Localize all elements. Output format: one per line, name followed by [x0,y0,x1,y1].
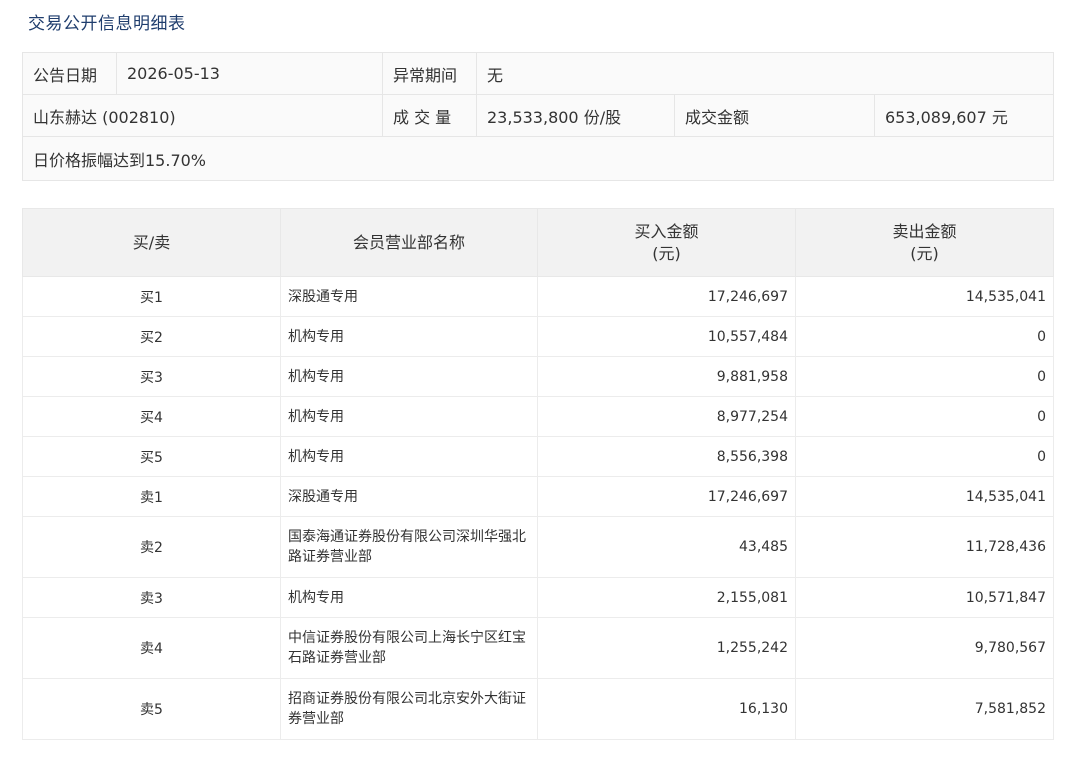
row-member: 机构专用 [280,316,538,357]
row-member: 机构专用 [280,577,538,618]
stock-name: 山东赫达 (002810) [22,94,383,137]
row-side: 买2 [22,316,281,357]
header-sell-unit: (元) [910,243,939,263]
row-side: 买1 [22,276,281,317]
volume-label: 成 交 量 [382,94,477,137]
header-buy-label: 买入金额 [634,221,699,241]
row-buy-amount: 17,246,697 [537,276,796,317]
row-buy-amount: 17,246,697 [537,476,796,517]
volume-value: 23,533,800 份/股 [476,94,675,137]
row-sell-amount: 0 [795,436,1054,477]
row-member: 中信证券股份有限公司上海长宁区红宝石路证券营业部 [280,617,538,679]
announce-date-label: 公告日期 [22,52,117,95]
row-sell-amount: 10,571,847 [795,577,1054,618]
info-table: 公告日期 2026-05-13 异常期间 无 山东赫达 (002810) 成 交… [21,52,1055,181]
row-side: 卖4 [22,617,281,679]
announce-date-value: 2026-05-13 [116,52,383,95]
row-buy-amount: 1,255,242 [537,617,796,679]
abnormal-period-label: 异常期间 [382,52,477,95]
row-side: 卖2 [22,516,281,578]
header-member: 会员营业部名称 [280,208,538,277]
table-row: 卖2 国泰海通证券股份有限公司深圳华强北路证券营业部 43,485 11,728… [22,516,1054,578]
row-buy-amount: 43,485 [537,516,796,578]
row-side: 卖1 [22,476,281,517]
row-member: 机构专用 [280,436,538,477]
row-sell-amount: 7,581,852 [795,678,1054,740]
table-row: 买3 机构专用 9,881,958 0 [22,356,1054,397]
row-member: 机构专用 [280,356,538,397]
table-row: 卖1 深股通专用 17,246,697 14,535,041 [22,476,1054,517]
row-buy-amount: 8,977,254 [537,396,796,437]
row-side: 卖5 [22,678,281,740]
row-buy-amount: 16,130 [537,678,796,740]
header-buy-amount: 买入金额 (元) [537,208,796,277]
header-side: 买/卖 [22,208,281,277]
row-side: 买5 [22,436,281,477]
row-sell-amount: 0 [795,356,1054,397]
row-member: 深股通专用 [280,276,538,317]
row-side: 卖3 [22,577,281,618]
table-row: 卖3 机构专用 2,155,081 10,571,847 [22,577,1054,618]
header-buy-unit: (元) [652,243,681,263]
table-row: 买1 深股通专用 17,246,697 14,535,041 [22,276,1054,317]
row-side: 买4 [22,396,281,437]
abnormal-period-value: 无 [475,52,1055,95]
amount-value: 653,089,607 元 [873,94,1055,137]
row-buy-amount: 8,556,398 [537,436,796,477]
row-member: 招商证券股份有限公司北京安外大街证券营业部 [280,678,538,740]
row-sell-amount: 11,728,436 [795,516,1054,578]
row-sell-amount: 0 [795,396,1054,437]
table-row: 买5 机构专用 8,556,398 0 [22,436,1054,477]
row-sell-amount: 14,535,041 [795,276,1054,317]
header-sell-amount: 卖出金额 (元) [795,208,1054,277]
reason-text: 日价格振幅达到15.70% [21,136,1055,181]
page-title: 交易公开信息明细表 [28,14,186,34]
table-row: 买2 机构专用 10,557,484 0 [22,316,1054,357]
row-side: 买3 [22,356,281,397]
amount-label: 成交金额 [674,94,875,137]
table-row: 卖5 招商证券股份有限公司北京安外大街证券营业部 16,130 7,581,85… [22,678,1054,740]
row-member: 国泰海通证券股份有限公司深圳华强北路证券营业部 [280,516,538,578]
row-buy-amount: 9,881,958 [537,356,796,397]
row-member: 深股通专用 [280,476,538,517]
row-sell-amount: 14,535,041 [795,476,1054,517]
row-member: 机构专用 [280,396,538,437]
table-row: 买4 机构专用 8,977,254 0 [22,396,1054,437]
table-row: 卖4 中信证券股份有限公司上海长宁区红宝石路证券营业部 1,255,242 9,… [22,617,1054,679]
row-sell-amount: 9,780,567 [795,617,1054,679]
trade-table: 买/卖 会员营业部名称 买入金额 (元) 卖出金额 (元) 买1 深股通专用 17,… [22,208,1054,740]
row-buy-amount: 2,155,081 [537,577,796,618]
header-sell-label: 卖出金额 [892,221,957,241]
row-sell-amount: 0 [795,316,1054,357]
row-buy-amount: 10,557,484 [537,316,796,357]
